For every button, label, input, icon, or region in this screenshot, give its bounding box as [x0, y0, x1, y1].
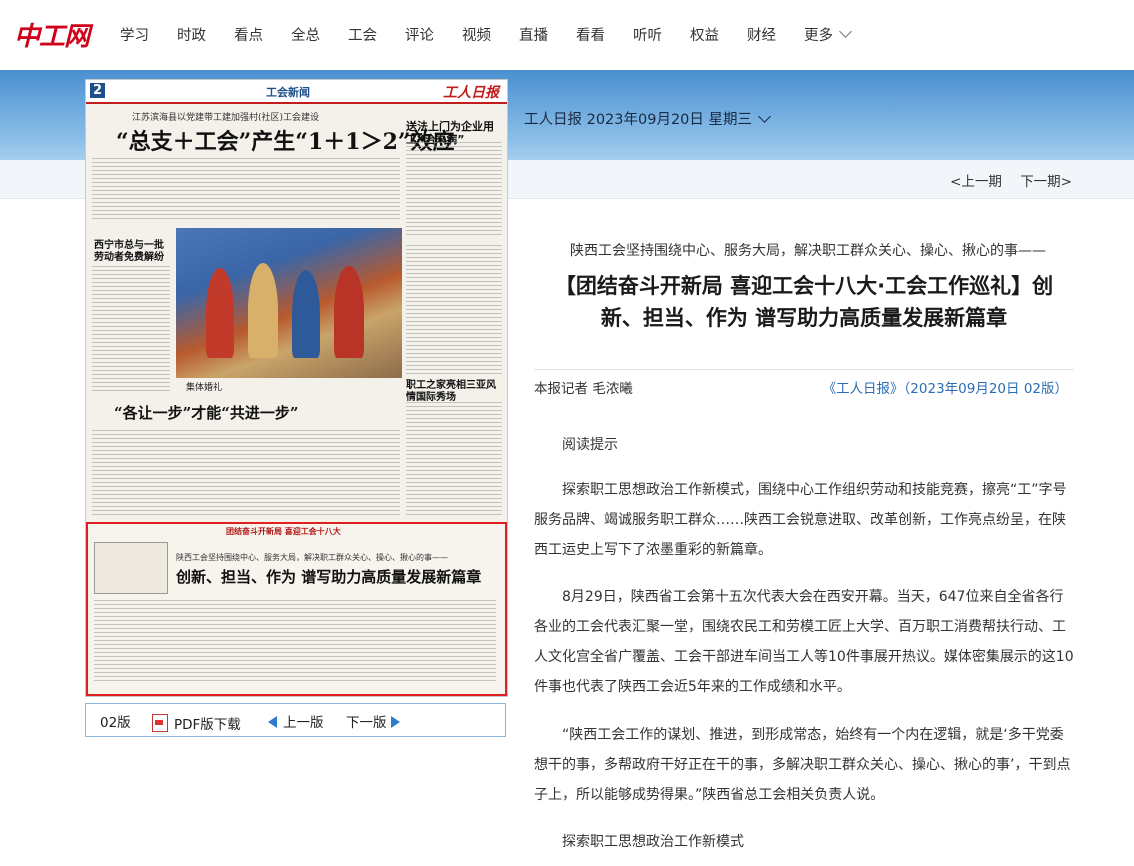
nav-item-politics[interactable]: 时政 — [177, 24, 206, 45]
article-kicker: 陕西工会坚持围绕中心、服务大局，解决职工群众关心、操心、揪心的事—— — [570, 243, 1046, 259]
arrow-right-icon — [390, 716, 400, 728]
arrow-left-icon — [268, 716, 277, 728]
nav-more-label: 更多 — [804, 28, 833, 44]
chevron-down-icon — [758, 110, 771, 123]
nav-item-live[interactable]: 直播 — [519, 24, 548, 45]
paper-headline-2[interactable]: “各让一步”才能“共进一步” — [114, 402, 299, 423]
nav-item-rights[interactable]: 权益 — [690, 24, 719, 45]
chevron-down-icon — [839, 25, 852, 38]
paper-subhead: 江苏滨海县以党建带工建加强村(社区)工会建设 — [132, 113, 320, 123]
paper-text-block — [92, 430, 400, 516]
photo-figure — [334, 266, 364, 358]
article-paragraph: 探索职工思想政治工作新模式，围绕中心工作组织劳动和技能竞赛，擦亮“工”字号服务品… — [534, 482, 1067, 558]
paper-hl-banner: 团结奋斗开新局 喜迎工会十八大 — [226, 527, 341, 536]
nav-item-finance[interactable]: 财经 — [747, 24, 776, 45]
nav-menu: 学习 时政 看点 全总 工会 评论 视频 直播 看看 听听 权益 财经 更多 — [106, 24, 864, 45]
nav-item-acftu[interactable]: 全总 — [291, 24, 320, 45]
next-issue-link[interactable]: 下一期> — [1020, 174, 1072, 190]
paper-hl-intro-box — [94, 542, 168, 594]
edition-label: 工人日报 2023年09月20日 星期三 — [524, 112, 753, 128]
article-paragraph: “陕西工会工作的谋划、推进，到形成常态，始终有一个内在逻辑，就是‘多干党委想干的… — [534, 727, 1071, 803]
edition-selector[interactable]: 工人日报 2023年09月20日 星期三 — [524, 108, 771, 129]
photo-figure — [292, 270, 320, 358]
nav-item-video[interactable]: 视频 — [462, 24, 491, 45]
pdf-download-link[interactable]: PDF版下载 — [152, 711, 241, 733]
paper-right-headline[interactable]: 职工之家亮相三亚风情国际秀场 — [406, 380, 502, 404]
prev-page-label: 上一版 — [283, 715, 324, 731]
next-page-link[interactable]: 下一版 — [346, 711, 400, 731]
paper-text-block — [92, 158, 400, 220]
nav-item-commentary[interactable]: 评论 — [405, 24, 434, 45]
paper-hl-kicker: 陕西工会坚持围绕中心、服务大局，解决职工群众关心、操心、揪心的事—— — [176, 553, 448, 562]
page-pager: 02版 PDF版下载 上一版 下一版 — [85, 703, 506, 737]
paper-hl-title[interactable]: 创新、担当、作为 谱写助力高质量发展新篇章 — [176, 566, 481, 587]
site-logo[interactable]: 中工网 — [14, 16, 90, 53]
photo-figure — [248, 263, 278, 358]
paper-left-headline[interactable]: 西宁市总与一批劳动者免费解纷 — [94, 240, 164, 264]
pdf-download-label: PDF版下载 — [174, 717, 241, 733]
nav-item-union[interactable]: 工会 — [348, 24, 377, 45]
paper-section: 工会新闻 — [266, 86, 310, 99]
paper-text-block — [94, 600, 496, 684]
paper-text-block — [406, 402, 502, 517]
paper-photo — [176, 228, 402, 378]
pdf-icon — [152, 714, 168, 732]
nav-item-listen[interactable]: 听听 — [633, 24, 662, 45]
paper-headline-1[interactable]: “总支＋工会”产生“1＋1＞2”效应 — [116, 124, 455, 156]
page-number-label: 02版 — [100, 715, 131, 731]
paper-masthead: 工人日报 — [443, 85, 499, 101]
paper-page-number: 2 — [90, 83, 106, 98]
prev-issue-link[interactable]: <上一期 — [950, 174, 1002, 190]
article-source-link[interactable]: 《工人日报》（2023年09月20日 02版） — [823, 377, 1068, 397]
paper-header: 2 工会新闻 工人日报 — [86, 80, 507, 104]
next-page-label: 下一版 — [346, 715, 387, 731]
article-paragraph: 8月29日，陕西省工会第十五次代表大会在西安开幕。当天，647位来自全省各行各业… — [534, 589, 1074, 695]
top-nav: 中工网 学习 时政 看点 全总 工会 评论 视频 直播 看看 听听 权益 财经 … — [0, 0, 1134, 70]
photo-figure — [206, 268, 234, 358]
prev-page-link[interactable]: 上一版 — [268, 711, 324, 731]
nav-item-more[interactable]: 更多 — [804, 24, 852, 45]
article-byline: 本报记者 毛浓曦 — [534, 381, 633, 397]
newspaper-page-image[interactable]: 2 工会新闻 工人日报 江苏滨海县以党建带工建加强村(社区)工会建设 “总支＋工… — [85, 79, 508, 697]
nav-item-highlights[interactable]: 看点 — [234, 24, 263, 45]
paper-text-block — [406, 245, 502, 375]
paper-photo-caption: 集体婚礼 — [186, 383, 223, 393]
nav-item-study[interactable]: 学习 — [120, 24, 149, 45]
article-divider — [534, 369, 1074, 370]
nav-item-watch[interactable]: 看看 — [576, 24, 605, 45]
article-paragraph: 阅读提示 — [562, 437, 618, 453]
period-nav: <上一期 下一期> — [936, 170, 1072, 190]
paper-text-block — [406, 142, 502, 237]
article-paragraph: 探索职工思想政治工作新模式 — [562, 834, 744, 850]
article-headline: 【团结奋斗开新局 喜迎工会十八大·工会工作巡礼】创新、担当、作为 谱写助力高质量… — [554, 274, 1054, 330]
paper-text-block — [92, 266, 170, 394]
